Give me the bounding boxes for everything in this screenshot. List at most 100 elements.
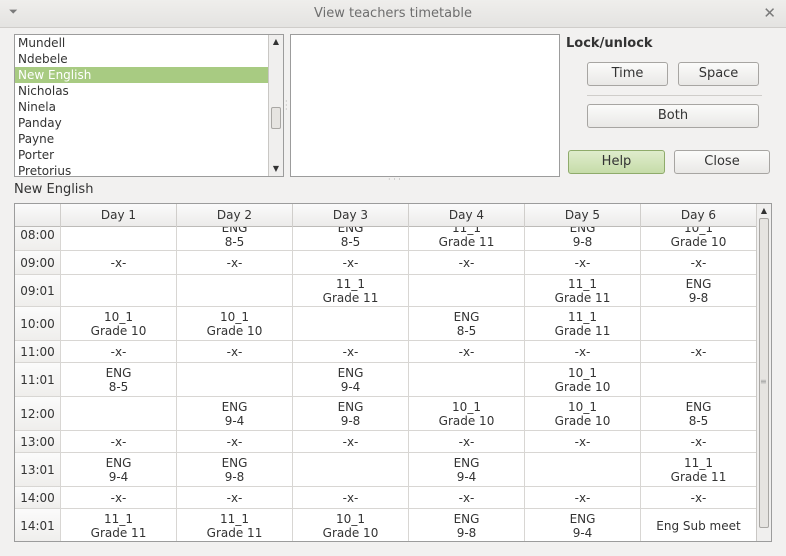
day-header[interactable]: Day 6 xyxy=(641,204,757,227)
timetable-cell[interactable]: 10_1 Grade 10 xyxy=(525,397,641,430)
timetable-cell[interactable] xyxy=(61,275,177,306)
teacher-list-item[interactable]: Ninela xyxy=(15,99,269,115)
timetable-cell[interactable]: 10_1 Grade 10 xyxy=(177,307,293,340)
timetable-cell[interactable]: ENG 9-4 xyxy=(293,363,409,396)
timetable-cell[interactable] xyxy=(293,453,409,486)
teacher-list-item[interactable]: Panday xyxy=(15,115,269,131)
timetable-cell[interactable] xyxy=(177,275,293,306)
timetable-cell[interactable]: Eng Sub meet xyxy=(641,509,757,541)
window-close-icon[interactable]: ✕ xyxy=(763,4,776,22)
timetable-grid[interactable]: Day 1 Day 2 Day 3 Day 4 Day 5 Day 6 08:00 ENG 8… xyxy=(14,203,772,542)
timetable-cell[interactable]: ENG 8-5 xyxy=(177,227,293,250)
timetable-cell[interactable] xyxy=(409,363,525,396)
timetable-cell[interactable]: -x- xyxy=(641,341,757,362)
timetable-cell[interactable]: -x- xyxy=(293,487,409,508)
lock-both-button[interactable]: Both xyxy=(587,104,759,128)
timetable-cell[interactable]: 10_1 Grade 10 xyxy=(409,397,525,430)
timetable-cell[interactable] xyxy=(177,363,293,396)
timetable-cell[interactable]: -x- xyxy=(61,431,177,452)
timetable-cell[interactable]: 11_1 Grade 11 xyxy=(177,509,293,541)
timetable-cell[interactable]: ENG 9-8 xyxy=(525,227,641,250)
timetable-cell[interactable]: ENG 9-8 xyxy=(177,453,293,486)
timetable-cell[interactable]: ENG 9-4 xyxy=(525,509,641,541)
timetable-cell[interactable]: 10_1 Grade 10 xyxy=(641,227,757,250)
pane-resize-grip-icon[interactable]: · · · xyxy=(285,98,288,114)
close-button[interactable]: Close xyxy=(674,150,770,174)
day-header[interactable]: Day 2 xyxy=(177,204,293,227)
lock-space-button[interactable]: Space xyxy=(678,62,759,86)
teacher-list-item[interactable]: Pretorius xyxy=(15,163,269,176)
timetable-cell[interactable]: -x- xyxy=(61,487,177,508)
timetable-cell[interactable]: -x- xyxy=(641,251,757,274)
timetable-cell[interactable]: 11_1 Grade 11 xyxy=(525,275,641,306)
teacher-list-item[interactable]: New English xyxy=(15,67,269,83)
teacher-list-item[interactable]: Nicholas xyxy=(15,83,269,99)
timetable-cell[interactable] xyxy=(61,227,177,250)
teacher-list-scroll-thumb[interactable] xyxy=(271,107,281,129)
teacher-list[interactable]: Mundell Ndebele New English Nicholas Ninela P… xyxy=(14,34,284,177)
timetable-cell[interactable]: -x- xyxy=(409,251,525,274)
timetable-cell[interactable]: -x- xyxy=(61,251,177,274)
timetable-cell[interactable]: -x- xyxy=(177,431,293,452)
timetable-cell[interactable] xyxy=(641,307,757,340)
timetable-cell[interactable]: -x- xyxy=(525,251,641,274)
timetable-cell[interactable]: -x- xyxy=(409,431,525,452)
timetable-cell[interactable]: 10_1 Grade 10 xyxy=(61,307,177,340)
cell-text: -x- xyxy=(342,344,359,359)
teacher-list-item[interactable]: Ndebele xyxy=(15,51,269,67)
timetable-cell[interactable] xyxy=(61,397,177,430)
timetable-cell[interactable]: -x- xyxy=(409,487,525,508)
timetable-cell[interactable]: -x- xyxy=(177,251,293,274)
lock-time-button[interactable]: Time xyxy=(587,62,668,86)
timetable-cell[interactable]: -x- xyxy=(525,487,641,508)
timetable-cell[interactable]: -x- xyxy=(61,341,177,362)
timetable-cell[interactable]: ENG 8-5 xyxy=(293,227,409,250)
timetable-cell[interactable]: ENG 9-4 xyxy=(409,453,525,486)
timetable-cell[interactable]: -x- xyxy=(177,487,293,508)
timetable-cell[interactable]: -x- xyxy=(525,431,641,452)
timetable-scroll-thumb[interactable] xyxy=(759,218,769,528)
timetable-cell[interactable]: ENG 9-4 xyxy=(61,453,177,486)
teacher-list-item[interactable]: Payne xyxy=(15,131,269,147)
teacher-list-scrollbar[interactable]: ▲ ▼ xyxy=(268,35,283,176)
scroll-up-icon[interactable]: ▲ xyxy=(757,204,771,218)
timetable-cell[interactable]: ENG 8-5 xyxy=(409,307,525,340)
timetable-cell[interactable] xyxy=(293,307,409,340)
day-header[interactable]: Day 1 xyxy=(61,204,177,227)
cell-text: ENG xyxy=(569,511,596,526)
timetable-cell[interactable]: -x- xyxy=(293,431,409,452)
timetable-cell[interactable]: -x- xyxy=(525,341,641,362)
timetable-cell[interactable] xyxy=(409,275,525,306)
timetable-cell[interactable]: ENG 9-8 xyxy=(641,275,757,306)
timetable-cell[interactable]: -x- xyxy=(409,341,525,362)
timetable-cell[interactable]: -x- xyxy=(641,487,757,508)
help-button[interactable]: Help xyxy=(568,150,665,174)
timetable-cell[interactable]: ENG 9-8 xyxy=(409,509,525,541)
scroll-down-icon[interactable]: ▼ xyxy=(269,162,283,176)
pane-resize-grip-horizontal-icon[interactable]: · · · xyxy=(388,176,401,184)
timetable-cell[interactable]: ENG 9-8 xyxy=(293,397,409,430)
timetable-cell[interactable] xyxy=(641,363,757,396)
timetable-cell[interactable]: -x- xyxy=(177,341,293,362)
day-header[interactable]: Day 3 xyxy=(293,204,409,227)
day-header[interactable]: Day 5 xyxy=(525,204,641,227)
timetable-cell[interactable]: -x- xyxy=(293,251,409,274)
timetable-cell[interactable]: 10_1 Grade 10 xyxy=(525,363,641,396)
timetable-cell[interactable]: 10_1 Grade 10 xyxy=(293,509,409,541)
timetable-cell[interactable]: 11_1 Grade 11 xyxy=(641,453,757,486)
timetable-cell[interactable]: -x- xyxy=(293,341,409,362)
timetable-cell[interactable]: ENG 8-5 xyxy=(61,363,177,396)
teacher-list-item[interactable]: Porter xyxy=(15,147,269,163)
teacher-list-item[interactable]: Mundell xyxy=(15,35,269,51)
timetable-cell[interactable]: -x- xyxy=(641,431,757,452)
timetable-cell[interactable] xyxy=(525,453,641,486)
timetable-cell[interactable]: ENG 9-4 xyxy=(177,397,293,430)
scroll-up-icon[interactable]: ▲ xyxy=(269,35,283,49)
timetable-cell[interactable]: 11_1 Grade 11 xyxy=(293,275,409,306)
timetable-scrollbar[interactable]: ▲ ≡ xyxy=(756,204,771,541)
timetable-cell[interactable]: ENG 8-5 xyxy=(641,397,757,430)
timetable-cell[interactable]: 11_1 Grade 11 xyxy=(409,227,525,250)
day-header[interactable]: Day 4 xyxy=(409,204,525,227)
timetable-cell[interactable]: 11_1 Grade 11 xyxy=(61,509,177,541)
timetable-cell[interactable]: 11_1 Grade 11 xyxy=(525,307,641,340)
